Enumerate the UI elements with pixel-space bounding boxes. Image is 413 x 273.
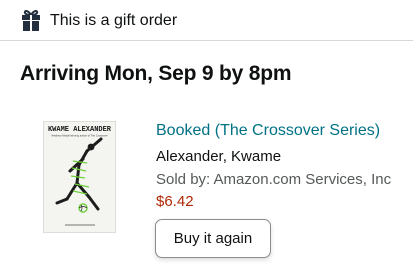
book-cover-art: KWAME ALEXANDER Newbery Medal-winning au… [43,121,116,233]
gift-icon [22,9,40,31]
buy-it-again-button[interactable]: Buy it again [155,219,271,258]
gift-order-row: This is a gift order [0,0,413,41]
delivery-arrival-heading: Arriving Mon, Sep 9 by 8pm [20,62,292,85]
cover-author-text: KWAME ALEXANDER [48,126,112,134]
product-title-link[interactable]: Booked (The Crossover Series) [156,121,380,141]
order-item-details: Booked (The Crossover Series) Alexander,… [156,121,391,210]
cover-subtitle-text: Newbery Medal-winning author of The Cros… [51,134,107,138]
book-cover-image[interactable]: KWAME ALEXANDER Newbery Medal-winning au… [43,121,116,233]
product-seller: Sold by: Amazon.com Services, Inc [156,171,392,188]
gift-order-label: This is a gift order [50,12,178,29]
product-price: $6.42 [156,193,194,210]
product-author: Alexander, Kwame [156,148,282,165]
